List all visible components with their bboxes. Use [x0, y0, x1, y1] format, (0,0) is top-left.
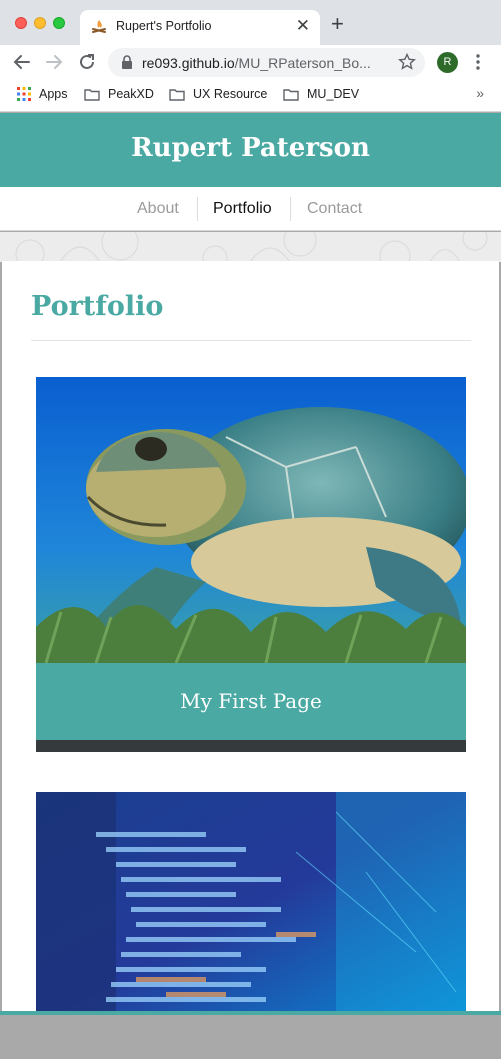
url-text: re093.github.io/MU_RPaterson_Bo...: [142, 55, 387, 71]
portfolio-content: Portfolio My First Page: [2, 261, 499, 1022]
sea-turtle-image: [36, 377, 466, 663]
folder-icon: [84, 88, 100, 101]
tab-title: Rupert's Portfolio: [116, 19, 212, 33]
reload-icon[interactable]: [76, 51, 98, 73]
apps-grid-icon: [17, 87, 31, 101]
site-title: Rupert Paterson: [131, 133, 370, 163]
bookmark-label: PeakXD: [108, 87, 154, 101]
forward-arrow-icon[interactable]: [43, 51, 65, 73]
nav-divider: [197, 197, 198, 221]
bookmark-label: Apps: [39, 87, 68, 101]
bookmark-peakxd[interactable]: PeakXD: [84, 87, 154, 101]
bookmarks-bar: Apps PeakXD UX Resource MU_DEV »: [0, 80, 501, 112]
campfire-favicon-icon: [92, 20, 106, 33]
minimize-window-button[interactable]: [34, 17, 46, 29]
heading-divider: [31, 340, 471, 341]
browser-tabstrip: Rupert's Portfolio ✕ +: [0, 0, 501, 45]
new-tab-button[interactable]: +: [331, 11, 344, 37]
portfolio-card[interactable]: My First Page: [36, 377, 466, 752]
bookmark-ux-resource[interactable]: UX Resource: [169, 87, 267, 101]
more-menu-icon[interactable]: [473, 53, 483, 71]
site-header: Rupert Paterson: [0, 113, 501, 187]
back-arrow-icon[interactable]: [11, 51, 33, 73]
nav-contact[interactable]: Contact: [307, 200, 362, 218]
nav-portfolio[interactable]: Portfolio: [213, 200, 272, 218]
close-window-button[interactable]: [15, 17, 27, 29]
folder-icon: [283, 88, 299, 101]
tab-close-icon[interactable]: ✕: [296, 16, 310, 36]
maximize-window-button[interactable]: [53, 17, 65, 29]
card-bottom-bar: [36, 740, 466, 752]
url-path: /MU_RPaterson_Bo...: [234, 55, 371, 71]
web-page: Rupert Paterson About Portfolio Contact …: [0, 113, 501, 1059]
code-screen-image: [36, 792, 466, 1022]
bookmark-mu-dev[interactable]: MU_DEV: [283, 87, 359, 101]
url-host: re093.github.io: [142, 55, 235, 71]
nav-about[interactable]: About: [137, 200, 179, 218]
page-heading: Portfolio: [31, 291, 164, 322]
address-bar[interactable]: re093.github.io/MU_RPaterson_Bo...: [108, 48, 425, 77]
nav-divider: [290, 197, 291, 221]
profile-avatar[interactable]: R: [437, 52, 458, 73]
browser-tab-active[interactable]: Rupert's Portfolio ✕: [80, 10, 320, 45]
lock-icon: [122, 55, 132, 69]
bookmark-star-icon[interactable]: [398, 53, 416, 71]
folder-icon: [169, 88, 185, 101]
site-nav: About Portfolio Contact: [0, 187, 501, 231]
bookmark-label: UX Resource: [193, 87, 268, 101]
bookmark-apps[interactable]: Apps: [17, 87, 68, 101]
bookmarks-overflow-icon[interactable]: »: [476, 85, 484, 101]
portfolio-card[interactable]: [36, 792, 466, 1022]
site-footer: [0, 1015, 501, 1059]
card-caption[interactable]: My First Page: [36, 663, 466, 740]
decorative-pattern-band: [0, 232, 501, 262]
bookmark-label: MU_DEV: [307, 87, 360, 101]
browser-toolbar: re093.github.io/MU_RPaterson_Bo... R: [0, 45, 501, 80]
